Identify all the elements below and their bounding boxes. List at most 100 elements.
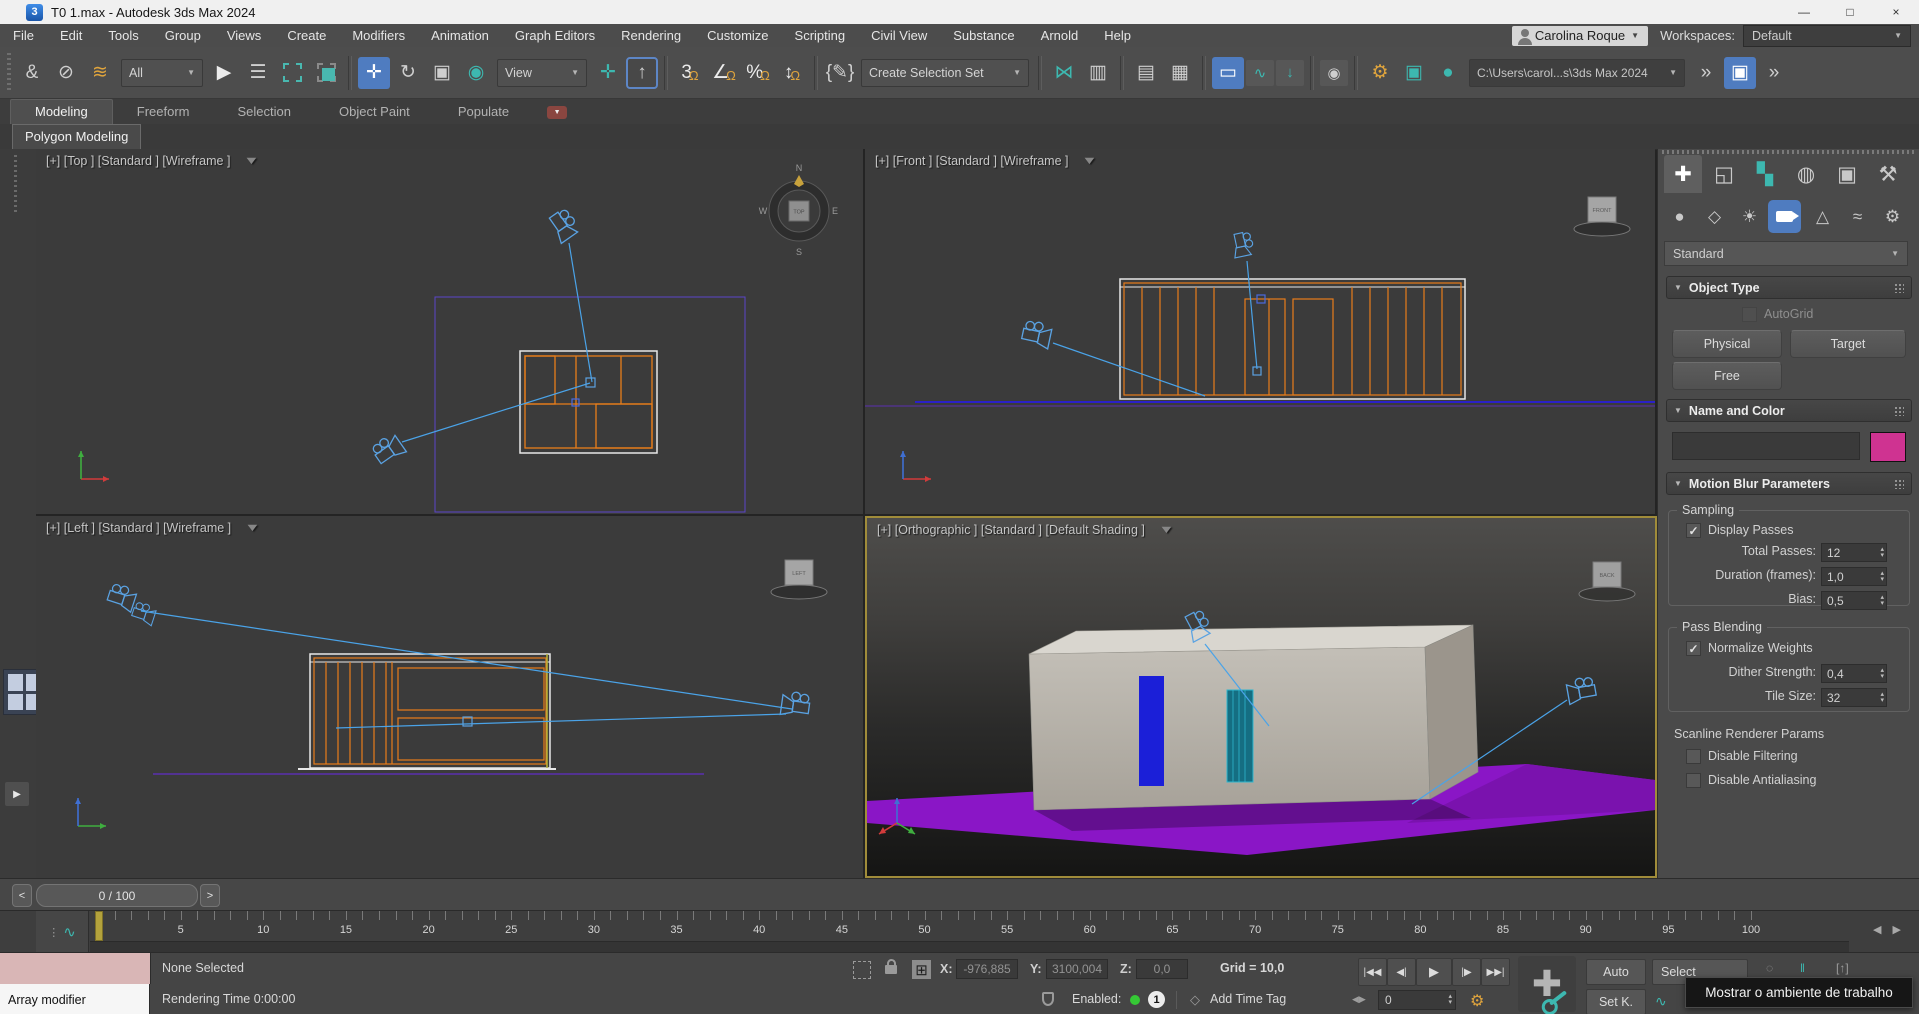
menu-item-views[interactable]: Views [214,24,274,47]
glass-door[interactable] [1227,690,1253,782]
rendered-frame-icon[interactable]: ▣ [1398,57,1430,89]
viewport-front-label[interactable]: [+] [Front ] [Standard ] [Wireframe ] ▼ [875,154,1095,168]
align-icon[interactable]: ▥ [1082,57,1114,89]
ruler-pan-arrows[interactable]: ◀ ▶ [1873,923,1905,936]
total-passes-field[interactable]: 12 ▴▾ [1821,543,1887,562]
playhead[interactable] [95,911,103,941]
unlink-selection-icon[interactable]: ⊘ [50,57,82,89]
utilities-tab[interactable]: ⚒ [1869,155,1907,193]
next-frame-button[interactable]: > [200,884,220,907]
macro-recorder-field[interactable] [0,953,151,984]
geometry-category[interactable]: ● [1663,200,1696,233]
select-and-scale-icon[interactable]: ▣ [426,57,458,89]
viewcube[interactable]: BACK [1579,562,1635,601]
add-time-tag[interactable]: Add Time Tag [1210,992,1286,1006]
bind-to-space-warp-icon[interactable]: ≋ [84,57,116,89]
hierarchy-tab[interactable]: ▚ [1746,155,1784,193]
duration-field[interactable]: 1,0 ▴▾ [1821,567,1887,586]
project-folder-dropdown[interactable]: C:\Users\carol...s\3ds Max 2024▼ [1469,59,1685,87]
ribbon-tab-freeform[interactable]: Freeform [113,100,214,124]
viewport-left-label[interactable]: [+] [Left ] [Standard ] [Wireframe ] ▼ [46,521,258,535]
use-center-icon[interactable]: ✛ [592,57,624,89]
menu-item-animation[interactable]: Animation [418,24,502,47]
camera-object[interactable] [106,582,811,728]
dither-strength-field[interactable]: 0,4 ▴▾ [1821,664,1887,683]
named-selection-dropdown[interactable]: Create Selection Set▼ [861,59,1029,87]
selection-filter-dropdown[interactable]: All▼ [121,59,203,87]
select-and-place-icon[interactable]: ◉ [460,57,492,89]
create-tab[interactable]: ✚ [1664,155,1702,193]
minimize-button[interactable]: — [1781,0,1827,24]
expand-strip-button[interactable]: ▶ [5,782,29,806]
tangent-type-icon[interactable]: ∿ [1655,993,1667,1010]
schematic-view-icon[interactable]: ↓ [1276,60,1304,86]
motion-blur-rollout[interactable]: ▼Motion Blur Parameters [1666,472,1912,495]
object-color-swatch[interactable] [1870,432,1906,462]
view-compass[interactable]: TOP N E S W [759,163,838,257]
curve-toggle-button[interactable]: ⋮ ∿ [36,911,89,953]
scene-explorer-icon[interactable]: ▤ [1130,57,1162,89]
play-button[interactable]: ▶ [1416,958,1452,986]
viewcube[interactable]: FRONT [1574,197,1630,236]
funnel-icon[interactable]: ▼ [1082,155,1098,167]
viewcube[interactable]: LEFT [771,560,827,599]
set-key-button[interactable]: Set K. [1586,989,1646,1014]
window-crossing-icon[interactable] [310,57,342,89]
select-and-rotate-icon[interactable]: ↻ [392,57,424,89]
go-to-start-button[interactable]: |◀◀ [1358,958,1387,986]
ribbon-toggle-icon[interactable]: ▭ [1212,57,1244,89]
shapes-category[interactable]: ◇ [1698,200,1731,233]
workspace-dropdown[interactable]: Default ▼ [1743,25,1911,47]
display-tab[interactable]: ▣ [1828,155,1866,193]
prev-frame-button[interactable]: < [12,884,32,907]
lights-category[interactable]: ☀ [1733,200,1766,233]
spinner-snap-icon[interactable]: ↕Ω [776,57,808,89]
z-coordinate-field[interactable]: 0,0 [1136,959,1188,979]
maximize-button[interactable]: □ [1827,0,1873,24]
menu-item-customize[interactable]: Customize [694,24,781,47]
concrete-house-object[interactable] [1029,625,1478,810]
name-color-rollout[interactable]: ▼Name and Color [1666,399,1912,422]
layer-explorer-icon[interactable]: ▦ [1164,57,1196,89]
close-button[interactable]: × [1873,0,1919,24]
menu-item-scripting[interactable]: Scripting [782,24,859,47]
disable-antialiasing-checkbox[interactable] [1686,773,1701,788]
y-coordinate-field[interactable]: 3100,004 [1046,959,1108,979]
ribbon-config-dropdown[interactable]: ▼ [547,106,567,119]
viewport-front[interactable]: [+] [Front ] [Standard ] [Wireframe ] ▼ … [865,149,1655,516]
user-account-menu[interactable]: Carolina Roque ▼ [1512,26,1648,46]
helpers-category[interactable]: △ [1806,200,1839,233]
select-object-icon[interactable]: ▶ [208,57,240,89]
menu-item-arnold[interactable]: Arnold [1028,24,1092,47]
viewport-left[interactable]: [+] [Left ] [Standard ] [Wireframe ] ▼ L… [36,516,865,878]
select-and-move-icon[interactable]: ✛ [358,57,390,89]
menu-item-help[interactable]: Help [1091,24,1144,47]
frame-ruler[interactable]: 0510152025303540455055606570758085909510… [90,911,1849,953]
modify-tab[interactable]: ◱ [1705,155,1743,193]
panel-overflow-icon[interactable]: » [1758,57,1790,89]
ribbon-tab-object-paint[interactable]: Object Paint [315,100,434,124]
frame-nudge-arrows[interactable]: ◀▶ [1352,994,1366,1005]
notification-badge[interactable]: 1 [1148,991,1165,1008]
ribbon-tab-populate[interactable]: Populate [434,100,533,124]
selection-lock-icon[interactable] [885,965,897,974]
house-side-object[interactable] [310,654,550,768]
menu-item-substance[interactable]: Substance [940,24,1027,47]
menu-item-create[interactable]: Create [274,24,339,47]
time-slider[interactable]: 0 / 100 [36,884,198,907]
render-setup-icon[interactable]: ⚙ [1364,57,1396,89]
blue-door[interactable] [1139,676,1164,786]
percent-snap-icon[interactable]: %Ω [742,57,774,89]
viewport-top-label[interactable]: [+] [Top ] [Standard ] [Wireframe ] ▼ [46,154,257,168]
target-camera-button[interactable]: Target [1790,330,1906,358]
funnel-icon[interactable]: ▼ [244,522,260,534]
object-name-field[interactable] [1672,432,1860,460]
selection-region-icon[interactable] [853,961,871,979]
funnel-icon[interactable]: ▼ [244,155,260,167]
object-type-rollout[interactable]: ▼Object Type [1666,276,1912,299]
menu-item-rendering[interactable]: Rendering [608,24,694,47]
maxscript-mini-listener[interactable]: Array modifier [0,984,150,1014]
reference-coordinate-dropdown[interactable]: View▼ [497,59,587,87]
angle-snap-icon[interactable]: ∠Ω [708,57,740,89]
mirror-icon[interactable]: ⋈ [1048,57,1080,89]
